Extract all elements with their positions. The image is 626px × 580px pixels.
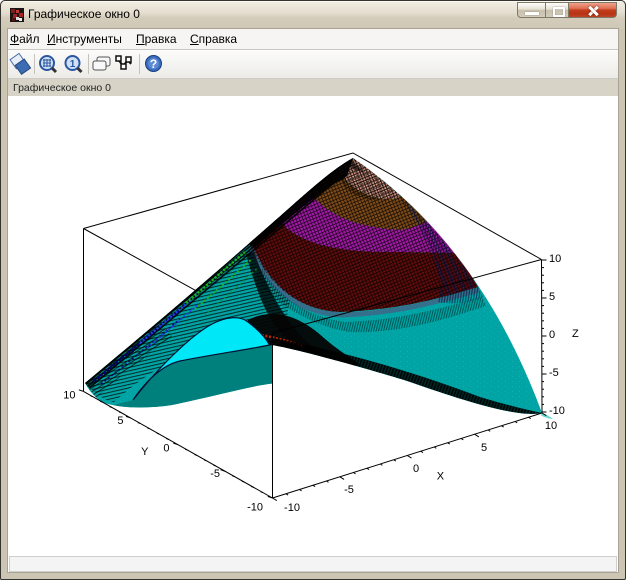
svg-text:5: 5 <box>481 442 487 454</box>
svg-text:1: 1 <box>70 59 76 70</box>
svg-text:-10: -10 <box>247 502 263 514</box>
svg-text:Y: Y <box>141 446 149 458</box>
svg-text:-5: -5 <box>210 468 220 480</box>
svg-text:-10: -10 <box>284 502 300 514</box>
svg-text:10: 10 <box>63 390 75 402</box>
svg-text:5: 5 <box>549 291 555 303</box>
svg-text:0: 0 <box>549 329 555 341</box>
svg-text:-5: -5 <box>549 367 559 379</box>
svg-text:10: 10 <box>545 420 557 432</box>
svg-text:?: ? <box>150 57 157 71</box>
svg-text:-5: -5 <box>344 484 354 496</box>
svg-text:0: 0 <box>163 443 169 455</box>
svg-text:X: X <box>437 470 445 482</box>
svg-text:5: 5 <box>117 415 123 427</box>
svg-text:10: 10 <box>549 253 561 265</box>
svg-text:0: 0 <box>413 463 419 475</box>
svg-text:-10: -10 <box>549 405 565 417</box>
svg-text:Z: Z <box>572 328 579 340</box>
